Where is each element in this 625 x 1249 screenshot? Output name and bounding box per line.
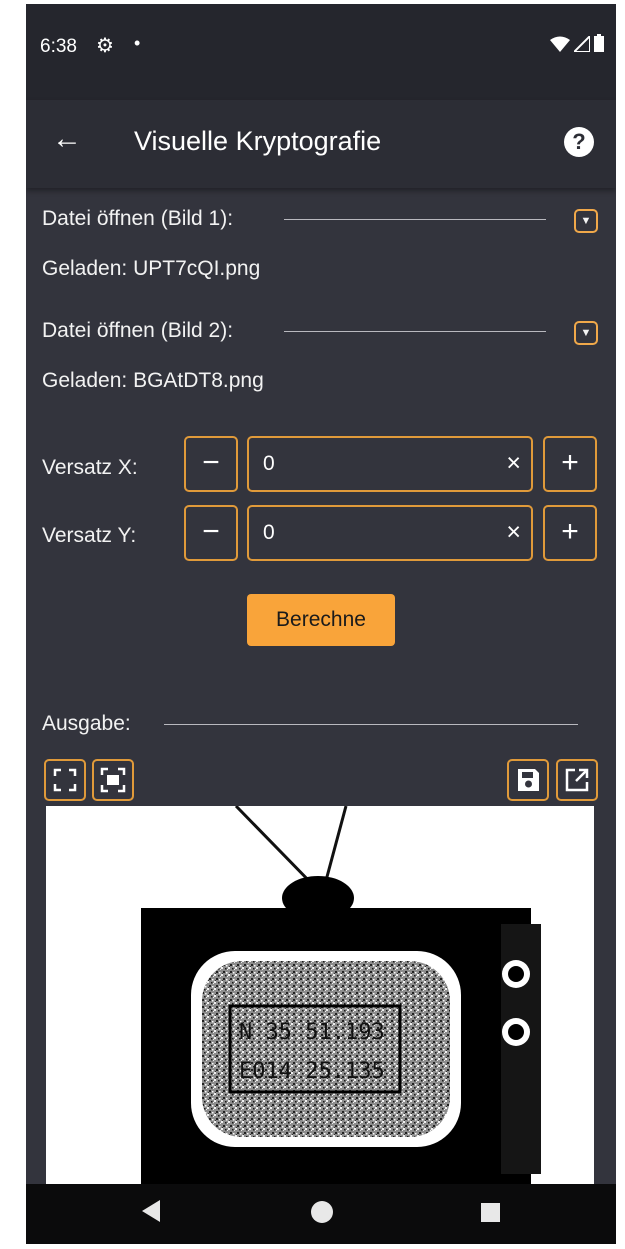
calculate-button[interactable]: Berechne	[247, 594, 395, 646]
minus-icon: −	[202, 446, 220, 479]
file2-open-label[interactable]: Datei öffnen (Bild 2):	[42, 319, 233, 343]
offset-y-input[interactable]: 0 ×	[247, 505, 533, 561]
dropdown-icon[interactable]: ▼	[574, 209, 598, 233]
nav-back-icon[interactable]	[142, 1200, 160, 1222]
file1-loaded-status: Geladen: UPT7cQI.png	[42, 257, 261, 280]
output-image: N 35 51.193 E014 25.135	[46, 806, 594, 1186]
clear-icon[interactable]: ×	[506, 449, 521, 478]
notification-dot-icon: •	[134, 33, 141, 53]
nav-home-icon[interactable]	[311, 1201, 333, 1223]
tv-illustration: N 35 51.193 E014 25.135	[141, 806, 541, 1186]
offset-x-input[interactable]: 0 ×	[247, 436, 533, 492]
offset-y-increment-button[interactable]: +	[543, 505, 597, 561]
wifi-icon	[550, 36, 570, 52]
fit-screen-button[interactable]	[92, 759, 134, 801]
offset-y-label: Versatz Y:	[42, 524, 137, 547]
open-external-button[interactable]	[556, 759, 598, 801]
back-arrow-icon[interactable]: ←	[52, 122, 82, 156]
offset-x-label: Versatz X:	[42, 456, 138, 479]
divider	[164, 724, 578, 725]
divider	[284, 331, 546, 332]
clear-icon[interactable]: ×	[506, 518, 521, 547]
phone-screen: 6:38 ⚙ • ← Visuelle Kryptografie ? Datei…	[26, 4, 616, 1244]
offset-x-value: 0	[263, 452, 275, 475]
signal-icon	[574, 36, 590, 52]
dropdown-icon[interactable]: ▼	[574, 321, 598, 345]
page-title: Visuelle Kryptografie	[134, 126, 382, 156]
app-bar: ← Visuelle Kryptografie ?	[26, 100, 616, 188]
help-icon[interactable]: ?	[564, 127, 594, 157]
output-label: Ausgabe:	[42, 712, 131, 735]
save-button[interactable]	[507, 759, 549, 801]
battery-icon	[594, 34, 604, 52]
file2-loaded-status: Geladen: BGAtDT8.png	[42, 369, 264, 392]
save-icon	[518, 769, 539, 791]
open-external-icon	[565, 768, 589, 792]
divider	[284, 219, 546, 220]
fit-screen-icon	[100, 767, 126, 793]
settings-icon: ⚙	[96, 35, 114, 57]
fullscreen-button[interactable]	[44, 759, 86, 801]
offset-y-decrement-button[interactable]: −	[184, 505, 238, 561]
plus-icon: +	[561, 446, 579, 479]
file1-open-label[interactable]: Datei öffnen (Bild 1):	[42, 207, 233, 231]
nav-recents-icon[interactable]	[481, 1203, 500, 1222]
output-text-line2: E014 25.135	[239, 1059, 385, 1084]
minus-icon: −	[202, 515, 220, 548]
status-bar: 6:38 ⚙ •	[26, 4, 616, 100]
offset-x-decrement-button[interactable]: −	[184, 436, 238, 492]
offset-y-value: 0	[263, 521, 275, 544]
system-nav-bar	[26, 1184, 616, 1244]
status-time: 6:38	[40, 36, 77, 57]
status-icons	[550, 34, 604, 52]
offset-x-increment-button[interactable]: +	[543, 436, 597, 492]
output-text-line1: N 35 51.193	[239, 1020, 385, 1045]
plus-icon: +	[561, 515, 579, 548]
fullscreen-icon	[53, 768, 77, 792]
